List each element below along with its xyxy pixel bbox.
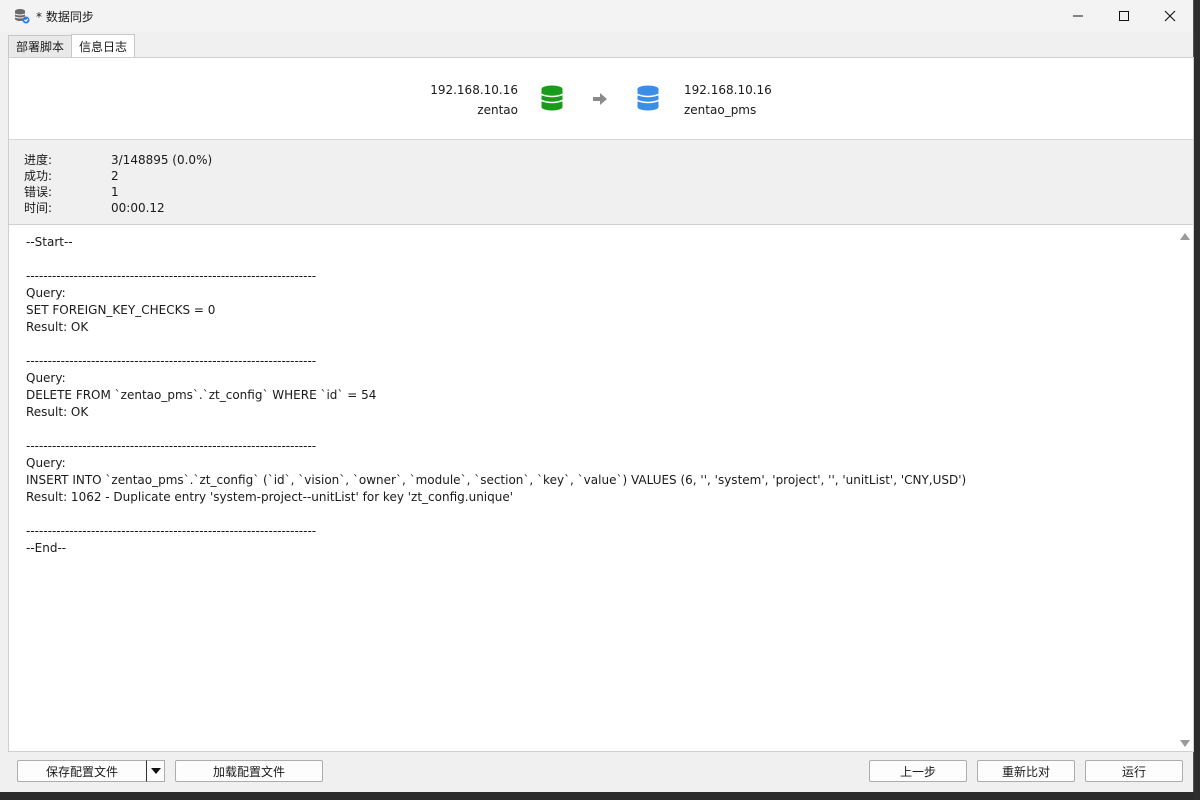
log-scrollbar[interactable] (1177, 225, 1193, 751)
window-controls (1055, 0, 1193, 32)
stat-success-value: 2 (111, 169, 119, 183)
stat-errors-value: 1 (111, 185, 119, 199)
sync-window: * 数据同步 部署脚本 信息日志 192.168.10.16 zentao 19… (0, 0, 1194, 793)
stat-success: 成功: 2 (24, 168, 119, 184)
stat-errors-label: 错误: (24, 185, 53, 199)
run-button[interactable]: 运行 (1085, 760, 1183, 782)
log-text: --Start-- ------------------------------… (26, 235, 967, 555)
log-output[interactable]: --Start-- ------------------------------… (9, 225, 1177, 751)
window-title: * 数据同步 (36, 9, 94, 24)
connection-header: 192.168.10.16 zentao 192.168.10.16 zenta… (9, 58, 1193, 140)
stat-success-label: 成功: (24, 169, 53, 183)
minimize-icon (1073, 15, 1083, 17)
previous-step-button[interactable]: 上一步 (869, 760, 967, 782)
target-connection: 192.168.10.16 zentao_pms (684, 80, 772, 120)
close-button[interactable] (1147, 0, 1193, 32)
stat-progress-label: 进度: (24, 153, 53, 167)
source-connection: 192.168.10.16 zentao (430, 80, 518, 120)
tab-bar: 部署脚本 信息日志 (8, 34, 136, 59)
stat-progress: 进度: 3/148895 (0.0%) (24, 152, 212, 168)
minimize-button[interactable] (1055, 0, 1101, 32)
chevron-down-icon (150, 768, 161, 774)
source-database-icon (541, 85, 563, 114)
title-bar[interactable]: * 数据同步 (0, 0, 1193, 32)
data-sync-app-icon (14, 8, 30, 24)
target-database-icon (637, 85, 659, 114)
log-panel: 192.168.10.16 zentao 192.168.10.16 zenta… (8, 57, 1194, 752)
tab-info-log[interactable]: 信息日志 (71, 34, 136, 59)
scroll-up-icon[interactable] (1180, 233, 1190, 240)
load-config-button[interactable]: 加载配置文件 (175, 760, 323, 782)
source-host: 192.168.10.16 (430, 83, 518, 97)
stat-progress-value: 3/148895 (0.0%) (111, 153, 213, 167)
tab-deploy-script[interactable]: 部署脚本 (8, 35, 73, 58)
save-config-dropdown-button[interactable] (146, 760, 165, 782)
stat-time: 时间: 00:00.12 (24, 200, 165, 216)
recompare-button[interactable]: 重新比对 (977, 760, 1075, 782)
source-database: zentao (477, 103, 518, 117)
arrow-right-icon (593, 93, 607, 108)
maximize-button[interactable] (1101, 0, 1147, 32)
close-icon (1164, 10, 1176, 22)
background-strip (0, 792, 1200, 800)
stat-errors: 错误: 1 (24, 184, 119, 200)
background-right (1194, 0, 1200, 800)
stat-time-label: 时间: (24, 201, 53, 215)
stats-area: 进度: 3/148895 (0.0%) 成功: 2 错误: 1 时间: 00:00.12 (9, 140, 1193, 225)
stat-time-value: 00:00.12 (111, 201, 165, 215)
target-database: zentao_pms (684, 103, 757, 117)
target-host: 192.168.10.16 (684, 83, 772, 97)
save-config-button[interactable]: 保存配置文件 (17, 760, 147, 782)
maximize-icon (1119, 11, 1129, 21)
scroll-down-icon[interactable] (1180, 740, 1190, 747)
